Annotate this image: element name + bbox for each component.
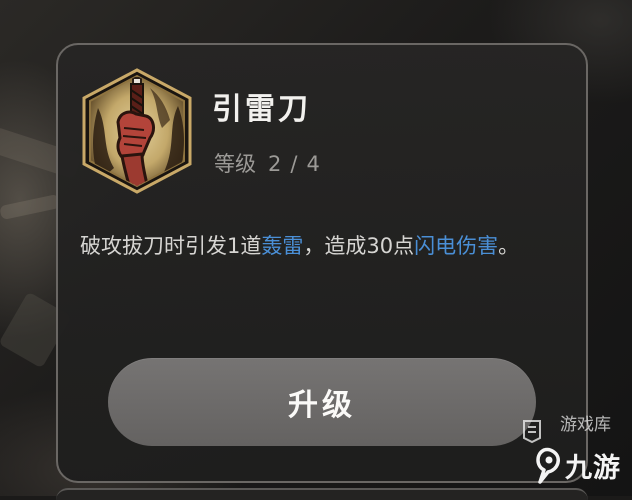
level-max: 4: [306, 152, 320, 176]
upgrade-button-label: 升级: [288, 388, 356, 423]
jiuyou-logo-icon: [534, 446, 564, 486]
next-card-edge: [56, 488, 588, 500]
keyword-thunder: 轰雷: [261, 234, 304, 258]
description-text: ，造成30点: [303, 234, 415, 258]
sword-grip-icon: [78, 68, 196, 194]
description-text: 破攻拔刀时引发1道: [80, 234, 262, 258]
watermark-badge-icon: [520, 418, 544, 444]
level-current: 2: [268, 152, 282, 176]
description-text: 。: [498, 234, 520, 258]
level-label: 等级: [214, 152, 256, 176]
level-separator: /: [290, 152, 298, 176]
keyword-lightning-damage: 闪电伤害: [414, 234, 499, 258]
skill-description: 破攻拔刀时引发1道轰雷，造成30点闪电伤害。: [80, 230, 570, 263]
watermark-brand: 九游: [565, 453, 621, 484]
watermark-top-text: 游戏库: [560, 415, 611, 435]
upgrade-button[interactable]: 升级: [108, 358, 536, 446]
skill-name: 引雷刀: [212, 92, 311, 127]
skill-level: 等级 2 / 4: [214, 149, 320, 179]
